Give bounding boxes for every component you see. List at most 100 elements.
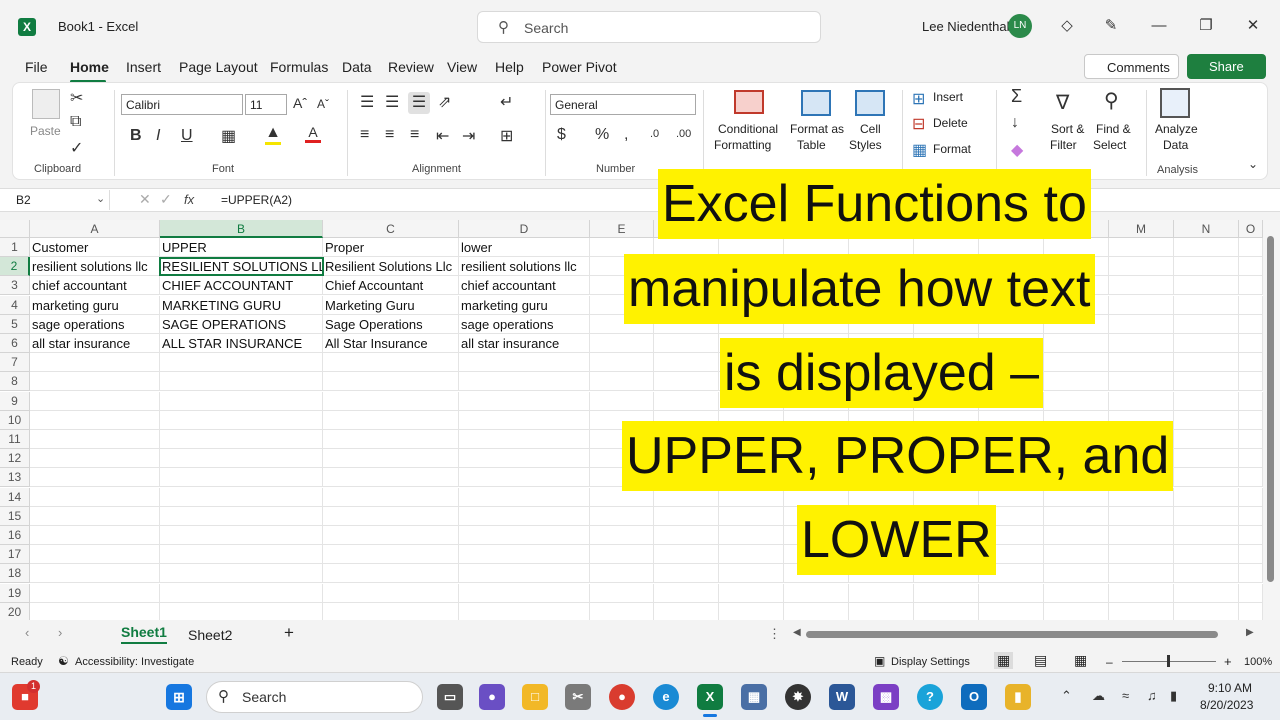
cell[interactable] bbox=[1239, 583, 1263, 603]
cell[interactable] bbox=[914, 526, 979, 545]
cell[interactable]: chief accountant bbox=[30, 276, 160, 296]
pen-icon[interactable]: ✎ bbox=[1097, 12, 1125, 40]
column-header-m[interactable]: M bbox=[1109, 220, 1174, 238]
snipping-tool-icon[interactable]: ✂ bbox=[565, 684, 591, 710]
cell[interactable] bbox=[719, 276, 784, 296]
cell[interactable] bbox=[30, 449, 160, 469]
cell-styles-icon[interactable] bbox=[855, 90, 885, 116]
cell[interactable] bbox=[979, 545, 1044, 565]
cell[interactable] bbox=[979, 238, 1044, 257]
cell[interactable] bbox=[1044, 276, 1109, 296]
column-header-f[interactable]: F bbox=[654, 220, 719, 238]
cell[interactable] bbox=[719, 372, 784, 392]
cell[interactable] bbox=[914, 410, 979, 430]
cell[interactable] bbox=[654, 602, 719, 622]
conditional-label[interactable]: Conditional bbox=[718, 122, 778, 136]
cell[interactable] bbox=[1109, 468, 1174, 488]
cell[interactable] bbox=[1044, 468, 1109, 488]
row-header[interactable]: 18 bbox=[0, 564, 30, 584]
cell[interactable] bbox=[914, 257, 979, 277]
display-settings-icon[interactable]: ▣ bbox=[874, 654, 885, 668]
cell[interactable] bbox=[1174, 391, 1239, 411]
cell[interactable] bbox=[1174, 257, 1239, 277]
align-right-icon[interactable]: ≡ bbox=[410, 126, 419, 144]
formatting-label[interactable]: Formatting bbox=[714, 138, 771, 152]
cell[interactable] bbox=[30, 468, 160, 488]
cell[interactable]: CHIEF ACCOUNTANT bbox=[160, 276, 323, 296]
cell[interactable]: resilient solutions llc bbox=[459, 257, 590, 277]
name-box-chevron-icon[interactable]: ⌄ bbox=[96, 192, 105, 205]
tab-insert[interactable]: Insert bbox=[126, 59, 161, 75]
battery-icon[interactable]: ▮ bbox=[1170, 688, 1177, 704]
find-label[interactable]: Find & bbox=[1096, 122, 1131, 136]
cell[interactable] bbox=[1109, 391, 1174, 411]
page-break-view-icon[interactable]: ▦ bbox=[1074, 652, 1087, 669]
cell[interactable] bbox=[849, 564, 914, 584]
cell[interactable] bbox=[1044, 238, 1109, 257]
cell[interactable] bbox=[849, 276, 914, 296]
cell[interactable] bbox=[590, 487, 654, 507]
cell[interactable] bbox=[719, 238, 784, 257]
cell[interactable] bbox=[654, 276, 719, 296]
cell[interactable] bbox=[1239, 526, 1263, 545]
cell[interactable] bbox=[323, 487, 459, 507]
share-button[interactable]: Share bbox=[1187, 54, 1266, 79]
cell[interactable] bbox=[323, 545, 459, 565]
fill-icon[interactable]: ↓ bbox=[1011, 114, 1019, 132]
cell[interactable] bbox=[654, 506, 719, 526]
row-header[interactable]: 11 bbox=[0, 430, 30, 449]
cell[interactable] bbox=[979, 430, 1044, 449]
cell[interactable] bbox=[160, 526, 323, 545]
row-header[interactable]: 6 bbox=[0, 334, 30, 353]
cell[interactable] bbox=[719, 583, 784, 603]
cell[interactable] bbox=[30, 583, 160, 603]
chrome-icon[interactable]: ● bbox=[609, 684, 635, 710]
delete-label[interactable]: Delete bbox=[933, 116, 968, 130]
font-color-icon[interactable]: A bbox=[305, 124, 321, 143]
cell[interactable] bbox=[30, 391, 160, 411]
column-header-k[interactable]: K bbox=[979, 220, 1044, 238]
scroll-left-icon[interactable]: ◀ bbox=[793, 627, 801, 638]
zoom-in-icon[interactable]: + bbox=[1224, 654, 1232, 669]
cell[interactable] bbox=[1174, 430, 1239, 449]
cell[interactable] bbox=[323, 430, 459, 449]
cell[interactable] bbox=[1044, 257, 1109, 277]
cell-label[interactable]: Cell bbox=[860, 122, 881, 136]
cell[interactable] bbox=[849, 391, 914, 411]
cell[interactable] bbox=[459, 353, 590, 373]
word-icon[interactable]: W bbox=[829, 684, 855, 710]
cell[interactable] bbox=[849, 602, 914, 622]
cell[interactable] bbox=[1044, 487, 1109, 507]
tab-power-pivot[interactable]: Power Pivot bbox=[542, 59, 617, 75]
cell[interactable] bbox=[590, 314, 654, 334]
cell[interactable] bbox=[849, 353, 914, 373]
cell[interactable] bbox=[979, 487, 1044, 507]
cell[interactable] bbox=[1109, 583, 1174, 603]
cell[interactable] bbox=[459, 564, 590, 584]
cell[interactable] bbox=[979, 295, 1044, 315]
clock-time[interactable]: 9:10 AM bbox=[1208, 681, 1252, 695]
cell[interactable] bbox=[30, 506, 160, 526]
cell[interactable] bbox=[1044, 583, 1109, 603]
cell[interactable] bbox=[590, 295, 654, 315]
row-header[interactable]: 2 bbox=[0, 257, 30, 277]
tab-data[interactable]: Data bbox=[342, 59, 372, 75]
cell[interactable] bbox=[1109, 526, 1174, 545]
cell[interactable] bbox=[849, 410, 914, 430]
cell[interactable] bbox=[1109, 545, 1174, 565]
cell[interactable]: Customer bbox=[30, 238, 160, 257]
cell[interactable] bbox=[1044, 449, 1109, 469]
cell[interactable] bbox=[1174, 506, 1239, 526]
cell[interactable] bbox=[30, 353, 160, 373]
cell[interactable] bbox=[1044, 372, 1109, 392]
cell[interactable] bbox=[1239, 353, 1263, 373]
cell[interactable] bbox=[654, 410, 719, 430]
sheet-tab-sheet1[interactable]: Sheet1 bbox=[121, 624, 167, 644]
cell[interactable] bbox=[1239, 276, 1263, 296]
cell[interactable] bbox=[1174, 314, 1239, 334]
cell[interactable] bbox=[459, 372, 590, 392]
cell[interactable] bbox=[590, 506, 654, 526]
row-header[interactable]: 10 bbox=[0, 410, 30, 430]
column-header-o[interactable]: O bbox=[1239, 220, 1263, 238]
cell[interactable] bbox=[979, 334, 1044, 353]
